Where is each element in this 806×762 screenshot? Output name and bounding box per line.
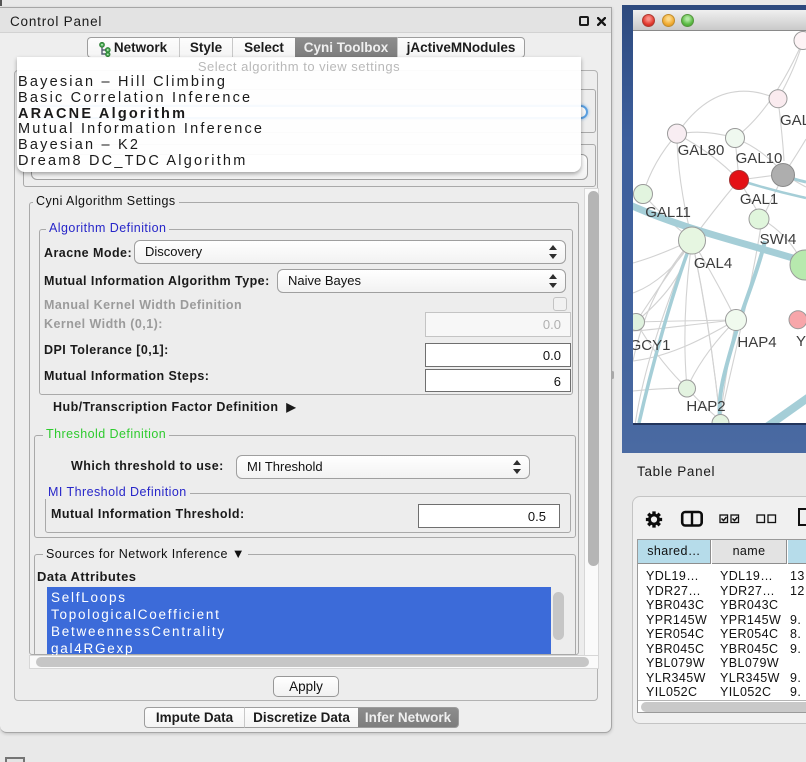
svg-text:GCY1: GCY1 — [633, 337, 670, 354]
svg-text:GAL11: GAL11 — [645, 204, 691, 221]
svg-text:SWI4: SWI4 — [760, 231, 797, 248]
svg-text:GAL: GAL — [780, 112, 806, 129]
svg-text:GAL10: GAL10 — [736, 150, 783, 167]
svg-text:HAP2: HAP2 — [686, 398, 725, 415]
svg-text:GAL1: GAL1 — [740, 191, 778, 208]
svg-text:GAL4: GAL4 — [694, 255, 732, 272]
svg-text:HAP4: HAP4 — [737, 334, 776, 351]
svg-text:Y: Y — [796, 333, 806, 350]
svg-text:GAL80: GAL80 — [678, 142, 725, 159]
